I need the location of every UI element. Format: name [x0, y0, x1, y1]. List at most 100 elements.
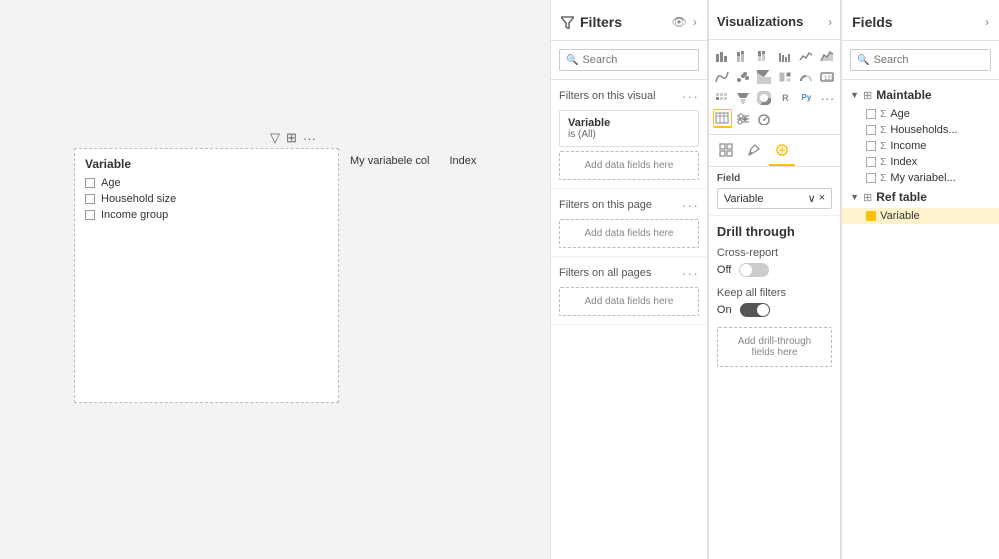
viz-icon-pie[interactable]: [755, 67, 774, 86]
field-checkbox-index[interactable]: [866, 157, 876, 167]
field-checkbox-myvariabel[interactable]: [866, 173, 876, 183]
checkbox-age[interactable]: [85, 178, 95, 188]
keep-filters-toggle-label: On: [717, 304, 732, 316]
field-row-income[interactable]: Σ Income: [842, 138, 999, 154]
cross-report-toggle-row: Off: [717, 263, 832, 277]
fields-list: ▼ ⊞ Maintable Σ Age Σ Households... Σ In…: [842, 80, 999, 559]
fields-search-input[interactable]: [874, 54, 984, 66]
keep-filters-toggle-row: On: [717, 303, 832, 317]
tab-analytics[interactable]: [769, 139, 795, 166]
field-dropdown[interactable]: Variable ∨ ×: [717, 188, 832, 209]
viz-icon-funnel[interactable]: [734, 88, 753, 107]
add-data-all-btn[interactable]: Add data fields here: [559, 287, 699, 316]
filters-visibility-icon[interactable]: 👁: [672, 15, 687, 29]
field-sigma-myvariabel: Σ: [880, 173, 886, 184]
filter-toolbar-icon[interactable]: ▽: [270, 130, 280, 146]
field-checkbox-income[interactable]: [866, 141, 876, 151]
tab-build[interactable]: [713, 139, 739, 166]
visual-item-age[interactable]: Age: [75, 175, 338, 191]
field-row-myvariabel[interactable]: Σ My variabel...: [842, 170, 999, 186]
filters-search-box[interactable]: 🔍: [559, 49, 699, 71]
field-row-index[interactable]: Σ Index: [842, 154, 999, 170]
fields-expand-icon[interactable]: ›: [985, 15, 989, 29]
field-row-variable[interactable]: Variable: [842, 208, 999, 224]
viz-icon-clustered-bar[interactable]: [776, 46, 795, 65]
visual-item-household[interactable]: Household size: [75, 191, 338, 207]
viz-icon-matrix[interactable]: [713, 88, 732, 107]
viz-icon-100-bar[interactable]: [755, 46, 774, 65]
field-sigma-age: Σ: [880, 109, 886, 120]
viz-icon-table[interactable]: [713, 109, 732, 128]
drill-through-title: Drill through: [717, 224, 832, 239]
canvas-area: ▽ ⊞ ··· My variabele col Index Variable …: [0, 0, 550, 559]
filter-all-more[interactable]: ···: [682, 265, 699, 281]
viz-panel-expand[interactable]: ›: [828, 15, 832, 29]
checkbox-income[interactable]: [85, 210, 95, 220]
field-checkbox-households[interactable]: [866, 125, 876, 135]
label-household: Household size: [101, 193, 176, 205]
field-checkbox-age[interactable]: [866, 109, 876, 119]
filters-panel: Filters 👁 › 🔍 Filters on this visual ···…: [550, 0, 708, 559]
col-header-1: My variabele col: [350, 155, 429, 167]
field-row-households[interactable]: Σ Households...: [842, 122, 999, 138]
viz-icon-bar[interactable]: [713, 46, 732, 65]
fields-search-box[interactable]: 🔍: [850, 49, 991, 71]
table-toolbar-icon[interactable]: ⊞: [286, 130, 297, 146]
field-sigma-income: Σ: [880, 141, 886, 152]
visual-container[interactable]: Variable Age Household size Income group: [74, 148, 339, 403]
filters-search-input[interactable]: [582, 54, 691, 66]
checkbox-household[interactable]: [85, 194, 95, 204]
reftable-header[interactable]: ▼ ⊞ Ref table: [842, 186, 999, 208]
viz-icon-ribbon[interactable]: [713, 67, 732, 86]
field-name-myvariabel: My variabel...: [890, 172, 955, 184]
filter-section-all-header: Filters on all pages ···: [559, 265, 699, 281]
cross-report-toggle[interactable]: [739, 263, 769, 277]
viz-icon-treemap[interactable]: [776, 67, 795, 86]
field-dropdown-clear-icon[interactable]: ×: [819, 192, 825, 205]
field-name-index: Index: [890, 156, 917, 168]
viz-icon-stacked-bar[interactable]: [734, 46, 753, 65]
add-data-page-btn[interactable]: Add data fields here: [559, 219, 699, 248]
filter-on-all-label: Filters on all pages: [559, 267, 651, 279]
viz-panel-header: Visualizations ›: [709, 0, 840, 40]
add-drill-through-btn[interactable]: Add drill-through fields here: [717, 327, 832, 367]
add-data-visual-btn[interactable]: Add data fields here: [559, 151, 699, 180]
filters-expand-icon[interactable]: ›: [693, 15, 697, 29]
filter-card-variable[interactable]: Variable is (All): [559, 110, 699, 147]
field-row-age[interactable]: Σ Age: [842, 106, 999, 122]
viz-icon-py-visual[interactable]: Py: [797, 88, 816, 107]
viz-icon-scatter[interactable]: [734, 67, 753, 86]
viz-icon-line[interactable]: [797, 46, 816, 65]
cross-report-label: Cross-report: [717, 247, 832, 259]
filter-visual-more[interactable]: ···: [682, 88, 699, 104]
tab-format[interactable]: [741, 139, 767, 166]
viz-icon-area[interactable]: [818, 46, 837, 65]
drill-through-section: Drill through Cross-report Off Keep all …: [709, 216, 840, 375]
field-dropdown-expand-icon[interactable]: ∨: [808, 192, 816, 205]
reftable-name: Ref table: [876, 190, 927, 204]
visual-item-income[interactable]: Income group: [75, 207, 338, 223]
filters-panel-header: Filters 👁 ›: [551, 0, 707, 41]
viz-icon-more[interactable]: ···: [818, 88, 837, 107]
field-name-variable: Variable: [880, 210, 920, 222]
label-age: Age: [101, 177, 121, 189]
viz-icon-donut[interactable]: [755, 88, 774, 107]
viz-icon-gauge[interactable]: [797, 67, 816, 86]
maintable-icon: ⊞: [863, 89, 872, 102]
viz-icon-kpi[interactable]: [755, 109, 774, 128]
filter-icon: [561, 16, 574, 29]
viz-icon-r-visual[interactable]: R: [776, 88, 795, 107]
viz-icon-card[interactable]: 123: [818, 67, 837, 86]
field-checkbox-variable[interactable]: [866, 211, 876, 221]
filter-section-visual-header: Filters on this visual ···: [559, 88, 699, 104]
filter-section-page: Filters on this page ··· Add data fields…: [551, 189, 707, 257]
maintable-header[interactable]: ▼ ⊞ Maintable: [842, 84, 999, 106]
filters-search-icon: 🔍: [566, 55, 578, 66]
more-toolbar-icon[interactable]: ···: [303, 131, 316, 146]
reftable-icon: ⊞: [863, 191, 872, 204]
keep-filters-toggle[interactable]: [740, 303, 770, 317]
keep-filters-knob: [757, 304, 769, 316]
filter-page-more[interactable]: ···: [682, 197, 699, 213]
viz-icon-slicer[interactable]: [734, 109, 753, 128]
field-sigma-index: Σ: [880, 157, 886, 168]
